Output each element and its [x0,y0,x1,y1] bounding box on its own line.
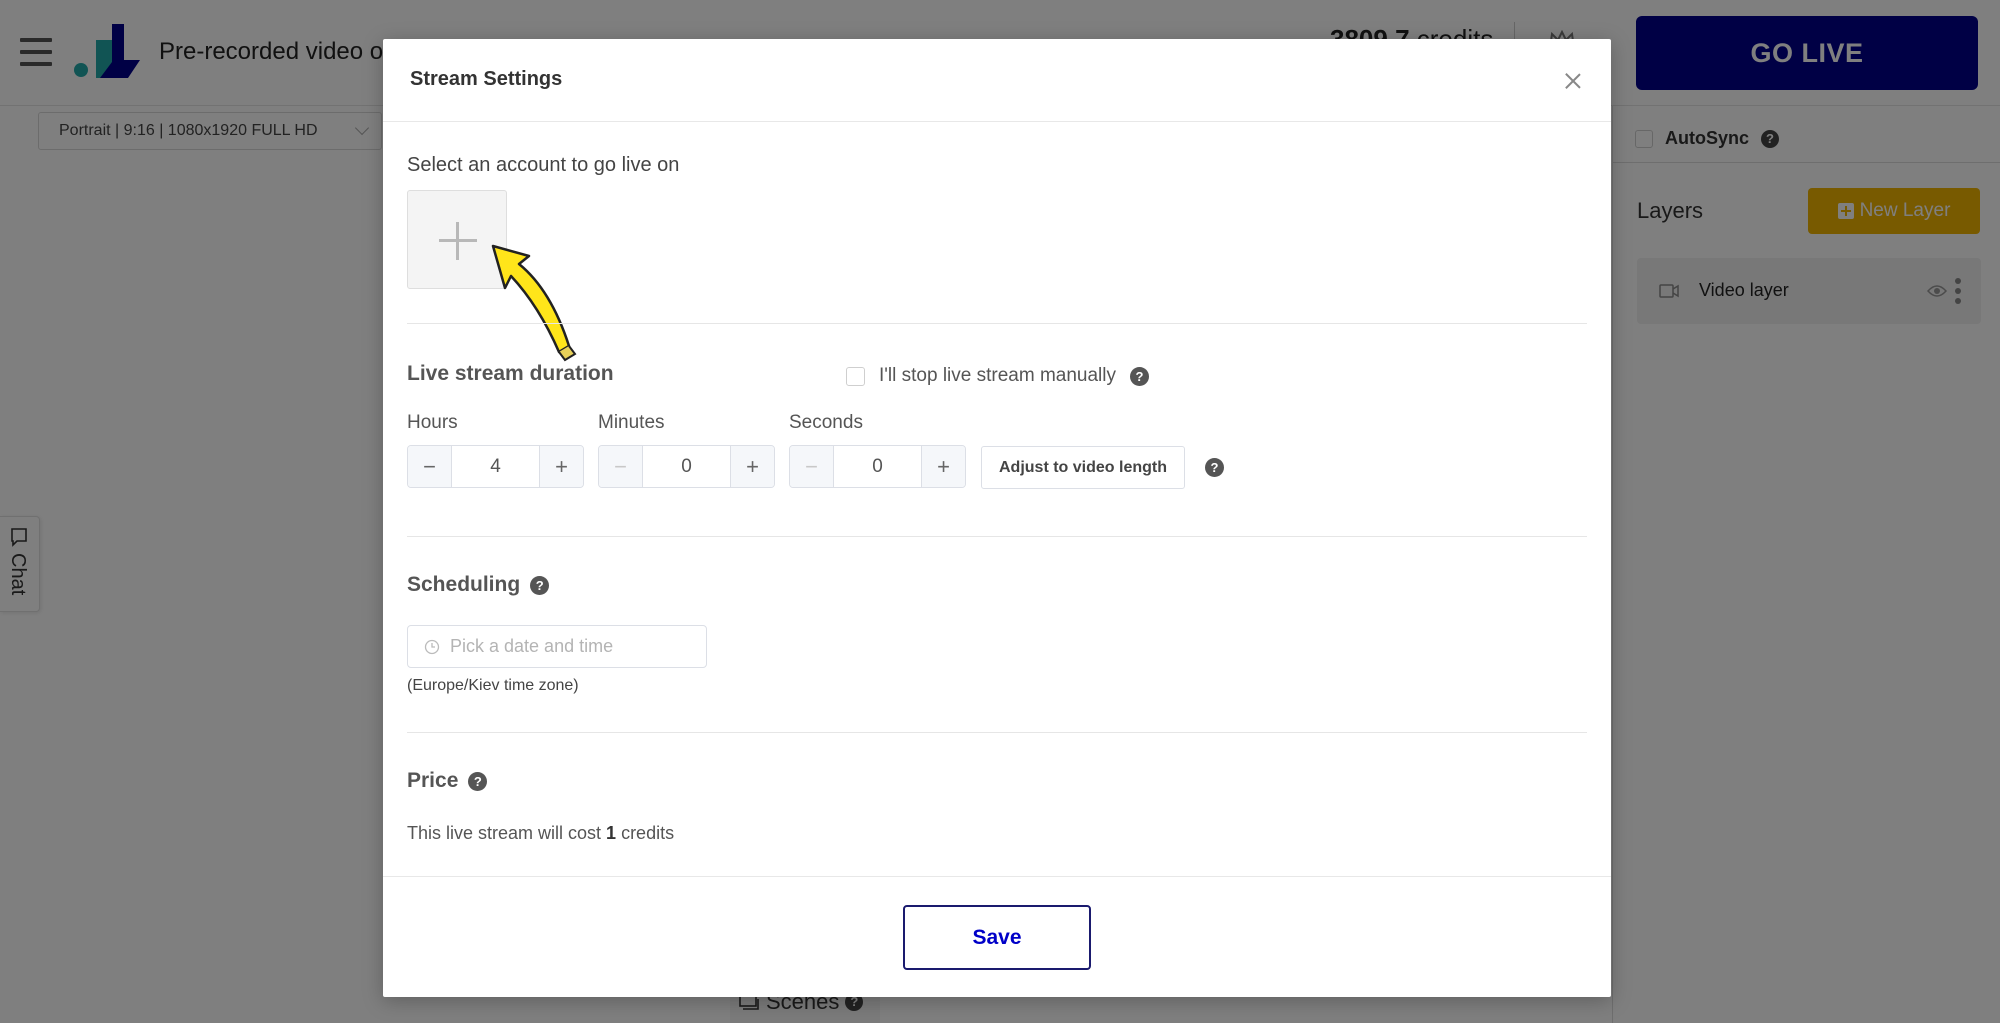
hours-stepper: − 4 + [407,445,584,488]
hours-increment-button[interactable]: + [539,446,583,487]
schedule-datetime-input[interactable]: Pick a date and time [407,625,707,668]
price-title: Price ? [407,769,488,793]
price-description: This live stream will cost 1 credits [407,823,674,844]
minutes-input[interactable]: 0 [643,446,730,487]
duration-title-text: Live stream duration [407,362,614,385]
manual-stop-row: I'll stop live stream manually ? [846,365,1149,387]
modal-footer: Save [383,876,1611,997]
divider [407,536,1587,537]
help-icon[interactable]: ? [530,575,550,595]
minutes-increment-button[interactable]: + [730,446,774,487]
seconds-label: Seconds [789,412,863,433]
timezone-note: (Europe/Kiev time zone) [407,677,579,694]
help-icon[interactable]: ? [468,771,488,791]
help-icon[interactable]: ? [1130,366,1149,386]
divider [407,323,1587,324]
hours-input[interactable]: 4 [452,446,539,487]
account-section-label: Select an account to go live on [407,154,680,176]
modal-title: Stream Settings [410,68,563,90]
price-title-text: Price [407,769,459,792]
hours-label: Hours [407,412,458,433]
divider [407,732,1587,733]
price-suffix: credits [616,823,675,843]
seconds-stepper: − 0 + [789,445,966,488]
scheduling-title-text: Scheduling [407,573,521,596]
save-button[interactable]: Save [903,905,1091,970]
price-prefix: This live stream will cost [407,823,607,843]
manual-stop-label: I'll stop live stream manually [879,365,1116,386]
help-icon[interactable]: ? [1205,458,1224,477]
clock-icon [424,639,440,654]
hours-decrement-button[interactable]: − [408,446,452,487]
duration-title: Live stream duration [407,362,614,386]
scheduling-title: Scheduling ? [407,573,550,597]
seconds-decrement-button[interactable]: − [790,446,834,487]
minutes-stepper: − 0 + [598,445,775,488]
add-account-button[interactable] [407,190,507,289]
seconds-increment-button[interactable]: + [921,446,965,487]
price-amount: 1 [606,823,617,843]
minutes-decrement-button[interactable]: − [599,446,643,487]
minutes-label: Minutes [598,412,665,433]
close-icon[interactable] [1565,73,1581,89]
schedule-placeholder: Pick a date and time [450,636,614,656]
adjust-to-video-length-button[interactable]: Adjust to video length [981,446,1185,489]
manual-stop-checkbox[interactable] [846,366,865,386]
modal-header: Stream Settings [383,39,1611,122]
stream-settings-modal: Stream Settings Select an account to go … [383,39,1611,997]
seconds-input[interactable]: 0 [834,446,921,487]
